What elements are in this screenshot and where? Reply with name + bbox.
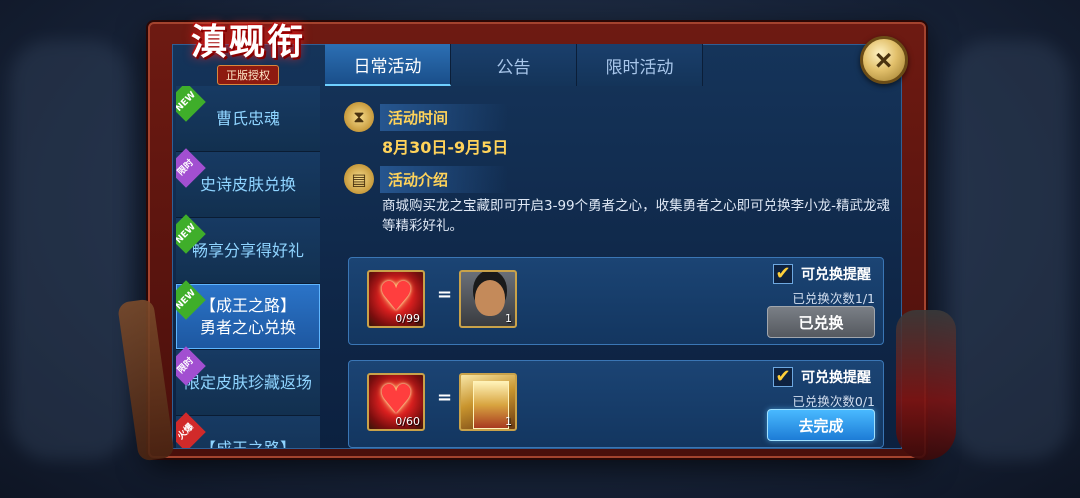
sidebar-item-limited-skin-return[interactable]: 限时 限定皮肤珍藏返场 (176, 346, 320, 416)
bruce-lee-hero-item[interactable]: 1 (459, 270, 517, 328)
equals-sign: = (437, 284, 453, 305)
activity-date-range: 8月30日-9月5日 (382, 138, 509, 157)
reminder-label: 可兑换提醒 (801, 267, 871, 283)
sidebar-item-epic-skin-exchange[interactable]: 限时 史诗皮肤兑换 (176, 148, 320, 218)
sidebar-item-share-gift[interactable]: NEW 畅享分享得好礼 (176, 214, 320, 284)
logo-subtitle: 正版授权 (217, 65, 279, 85)
intro-section-header: ▤ 活动介绍 (344, 164, 890, 194)
sidebar-item-label: 畅享分享得好礼 (191, 240, 304, 260)
sidebar-item-label: 【成王之路】 勇者之心兑换 (199, 295, 296, 337)
equals-sign: = (437, 387, 453, 408)
close-icon: + (864, 39, 905, 80)
sidebar-item-label: 【成王之路】 (199, 438, 296, 449)
time-section-title: 活动时间 (380, 103, 509, 131)
item-count: 1 (505, 415, 512, 428)
activity-sidebar: NEW 曹氏忠魂 限时 史诗皮肤兑换 NEW 畅享分享得好礼 NEW 【成王之路… (176, 86, 320, 448)
activity-description: 商城购买龙之宝藏即可开启3-99个勇者之心，收集勇者之心即可兑换李小龙-精武龙魂… (382, 198, 891, 234)
item-count: 0/60 (395, 415, 420, 428)
background-blur-left (10, 40, 130, 460)
item-count: 1 (505, 312, 512, 325)
scroll-icon: ▤ (344, 164, 374, 194)
game-logo: 滇觋衔 正版授权 (168, 20, 328, 90)
checkmark-icon[interactable]: ✔ (773, 367, 793, 387)
checkmark-icon[interactable]: ✔ (773, 264, 793, 284)
hourglass-icon: ⧗ (344, 102, 374, 132)
time-section-header: ⧗ 活动时间 (344, 102, 890, 132)
tab-daily-activity[interactable]: 日常活动 (325, 44, 451, 86)
skin-card-item[interactable]: 1 (459, 373, 517, 431)
sidebar-item-label: 曹氏忠魂 (215, 108, 280, 128)
sidebar-item-cao-loyal-soul[interactable]: NEW 曹氏忠魂 (176, 86, 320, 152)
sidebar-item-road-to-king[interactable]: 火爆 【成王之路】 (176, 412, 320, 449)
exchanged-button[interactable]: 已兑换 (767, 306, 875, 338)
new-badge: NEW (176, 86, 206, 122)
go-complete-button[interactable]: 去完成 (767, 409, 875, 441)
tab-limited-activity[interactable]: 限时活动 (577, 44, 703, 86)
logo-title: 滇觋衔 (190, 21, 305, 63)
background-blur-right (950, 40, 1070, 460)
exchange-row: 0/99 = 1 ✔ 可兑换提醒 已兑换次数1/1 已兑换 (348, 257, 884, 345)
tab-announcement[interactable]: 公告 (451, 44, 577, 86)
sidebar-item-hero-heart-exchange[interactable]: NEW 【成王之路】 勇者之心兑换 (176, 280, 320, 350)
close-button[interactable]: + (860, 36, 908, 84)
exchange-times: 已兑换次数0/1 (792, 394, 875, 409)
reminder-label: 可兑换提醒 (801, 370, 871, 386)
tab-bar: 日常活动 公告 限时活动 (325, 44, 703, 86)
hero-heart-item[interactable]: 0/99 (367, 270, 425, 328)
right-ornament (896, 310, 956, 460)
sidebar-item-label: 史诗皮肤兑换 (199, 174, 296, 194)
exchange-reminder: ✔ 可兑换提醒 (773, 264, 871, 284)
hero-heart-item[interactable]: 0/60 (367, 373, 425, 431)
sidebar-item-label: 限定皮肤珍藏返场 (183, 372, 312, 392)
exchange-times: 已兑换次数1/1 (792, 291, 875, 306)
exchange-row: 0/60 = 1 ✔ 可兑换提醒 已兑换次数0/1 去完成 (348, 360, 884, 448)
intro-section-title: 活动介绍 (380, 165, 509, 193)
item-count: 0/99 (395, 312, 420, 325)
exchange-reminder: ✔ 可兑换提醒 (773, 367, 871, 387)
